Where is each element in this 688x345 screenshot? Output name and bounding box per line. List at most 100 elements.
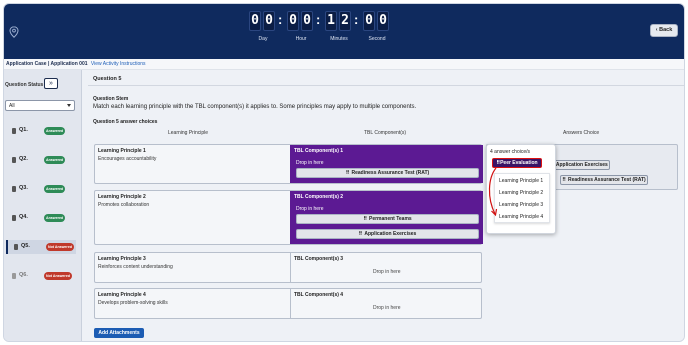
back-button[interactable]: ‹ Back: [650, 24, 678, 37]
learning-principle-title: Learning Principle 4: [98, 292, 146, 298]
question-nav-item-active[interactable]: Q5. Not Answered: [6, 240, 76, 254]
menu-item-learning-principle-2[interactable]: Learning Principle 2: [499, 190, 543, 196]
learning-principle-title: Learning Principle 3: [98, 256, 146, 262]
question-stem-text: Match each learning principle with the T…: [93, 104, 417, 110]
answer-choice-label: Application Exercises: [555, 162, 608, 168]
drag-grip-icon: ⠿: [562, 177, 566, 183]
chevron-left-icon: ‹: [655, 27, 658, 33]
question-nav-item[interactable]: Q2. Answered: [6, 153, 76, 167]
question-status-title: Question Status: [5, 82, 44, 88]
question-stem-title: Question Stem: [93, 96, 129, 102]
status-badge: Answered: [44, 127, 66, 135]
status-badge: Not Answered: [46, 243, 75, 251]
learning-principle-title: Learning Principle 1: [98, 148, 146, 154]
answer-chip[interactable]: ⠿ Permanent Teams: [296, 214, 479, 224]
drop-hint: Drop in here: [373, 305, 401, 311]
column-header-answers-choice: Answers Choice: [563, 130, 600, 136]
question-nav-label: Q5.: [21, 243, 30, 249]
question-nav-item[interactable]: Q6. Not Answered: [6, 269, 76, 283]
timer-digit: 0: [301, 11, 313, 31]
drop-zone-title: TBL Component(s) 1: [294, 148, 344, 154]
matching-row: Learning Principle 4 Develops problem-so…: [94, 288, 482, 319]
menu-item-learning-principle-1[interactable]: Learning Principle 1: [499, 178, 543, 184]
status-badge: Answered: [44, 156, 66, 164]
countdown-timer: 0 0 : 0 0 : 1 2 : 0 0 Day Hour Minutes S…: [247, 11, 399, 45]
learning-principle-text: Reinforces content understanding: [98, 264, 173, 270]
drop-zone[interactable]: TBL Component(s) 2 Drop in here ⠿ Permane…: [290, 191, 483, 244]
status-filter-select[interactable]: All: [5, 100, 75, 111]
breadcrumb: Application Case | Application 001 View …: [4, 59, 684, 70]
status-badge: Answered: [44, 185, 66, 193]
top-header: 0 0 : 0 0 : 1 2 : 0 0 Day Hour Minutes S…: [4, 4, 684, 59]
drag-grip-icon: ⠿: [358, 231, 363, 237]
timer-digit: 0: [377, 11, 389, 31]
drop-zone-title: TBL Component(s) 2: [294, 194, 344, 200]
curved-arrow-icon: [488, 167, 498, 217]
answer-chip-label: Application Exercises: [364, 231, 417, 237]
drag-grip-icon: ⠿: [345, 170, 350, 176]
status-badge: Answered: [44, 214, 66, 222]
document-icon: [14, 244, 18, 250]
question-nav-item[interactable]: Q3. Answered: [6, 182, 76, 196]
drop-zone-title: TBL Component(s) 4: [294, 292, 344, 298]
drop-zone[interactable]: TBL Component(s) 3 Drop in here: [290, 253, 483, 282]
question-nav-label: Q1.: [19, 127, 28, 133]
selected-answer-label: Peer Evaluation: [500, 160, 538, 166]
drop-hint: Drop in here: [296, 160, 324, 166]
document-icon: [12, 186, 16, 192]
question-nav-label: Q2.: [19, 156, 28, 162]
column-header-tbl-components: TBL Component(s): [364, 130, 407, 136]
drag-grip-icon: ⠿: [363, 216, 367, 222]
question-content: Question 5 Question Stem Match each lear…: [88, 72, 684, 341]
answer-choices-title: Question 5 answer choices: [93, 119, 158, 125]
back-button-label: Back: [659, 27, 673, 33]
view-instructions-link[interactable]: View Activity Instructions: [91, 61, 146, 67]
answer-chip-label: Readiness Assurance Test (RAT): [351, 170, 430, 176]
menu-item-learning-principle-3[interactable]: Learning Principle 3: [499, 202, 543, 208]
answer-choice-label: Readiness Assurance Test (RAT): [567, 177, 646, 183]
question-nav-item[interactable]: Q4. Answered: [6, 211, 76, 225]
document-icon: [12, 157, 16, 163]
timer-label-minutes: Minutes: [330, 36, 348, 42]
drop-hint: Drop in here: [296, 206, 324, 212]
add-attachments-button[interactable]: Add Attachments: [94, 328, 144, 338]
learning-principle-text: Develops problem-solving skills: [98, 300, 168, 306]
answer-chip-label: Permanent Teams: [368, 216, 412, 222]
breadcrumb-title: Application Case | Application 001: [6, 61, 88, 67]
question-heading: Question 5: [88, 72, 684, 86]
drop-hint: Drop in here: [373, 269, 401, 275]
learning-principle-text: Promotes collaboration: [98, 202, 150, 208]
collapse-sidebar-button[interactable]: »: [44, 78, 58, 89]
document-icon: [12, 273, 16, 279]
timer-colon: :: [316, 12, 321, 27]
learning-principle-menu: Learning Principle 1 Learning Principle …: [494, 173, 550, 223]
status-filter-value: All: [9, 103, 15, 109]
question-nav-label: Q3.: [19, 185, 28, 191]
timer-label-second: Second: [368, 36, 386, 42]
document-icon: [12, 128, 16, 134]
matching-row: Learning Principle 2 Promotes collaborat…: [94, 190, 483, 245]
question-status-sidebar: Question Status » All Q1. Answered Q2. A…: [4, 70, 82, 341]
app-window: 0 0 : 0 0 : 1 2 : 0 0 Day Hour Minutes S…: [3, 3, 685, 342]
answer-choice-chip[interactable]: ⠿Application Exercises: [548, 160, 610, 170]
timer-digit: 0: [249, 11, 261, 31]
answer-choice-chip[interactable]: ⠿ Readiness Assurance Test (RAT): [560, 175, 648, 185]
answer-chip[interactable]: ⠿ Application Exercises: [296, 229, 479, 239]
timer-digit: 2: [339, 11, 351, 31]
double-chevron-right-icon: »: [49, 80, 53, 87]
document-icon: [12, 215, 16, 221]
menu-item-learning-principle-4[interactable]: Learning Principle 4: [499, 214, 543, 220]
timer-colon: :: [278, 12, 283, 27]
question-nav-item[interactable]: Q1. Answered: [6, 124, 76, 138]
drop-zone-title: TBL Component(s) 3: [294, 256, 344, 262]
answer-chip[interactable]: ⠿ Readiness Assurance Test (RAT): [296, 168, 479, 178]
timer-digit: 0: [263, 11, 275, 31]
learning-principle-title: Learning Principle 2: [98, 194, 146, 200]
status-badge: Not Answered: [44, 272, 73, 280]
timer-label-hour: Hour: [295, 36, 307, 42]
timer-digit: 0: [363, 11, 375, 31]
drop-zone[interactable]: TBL Component(s) 4 Drop in here: [290, 289, 483, 318]
timer-digit: 0: [287, 11, 299, 31]
drop-zone[interactable]: TBL Component(s) 1 Drop in here ⠿ Readine…: [290, 145, 483, 183]
caret-down-icon: [67, 104, 71, 107]
